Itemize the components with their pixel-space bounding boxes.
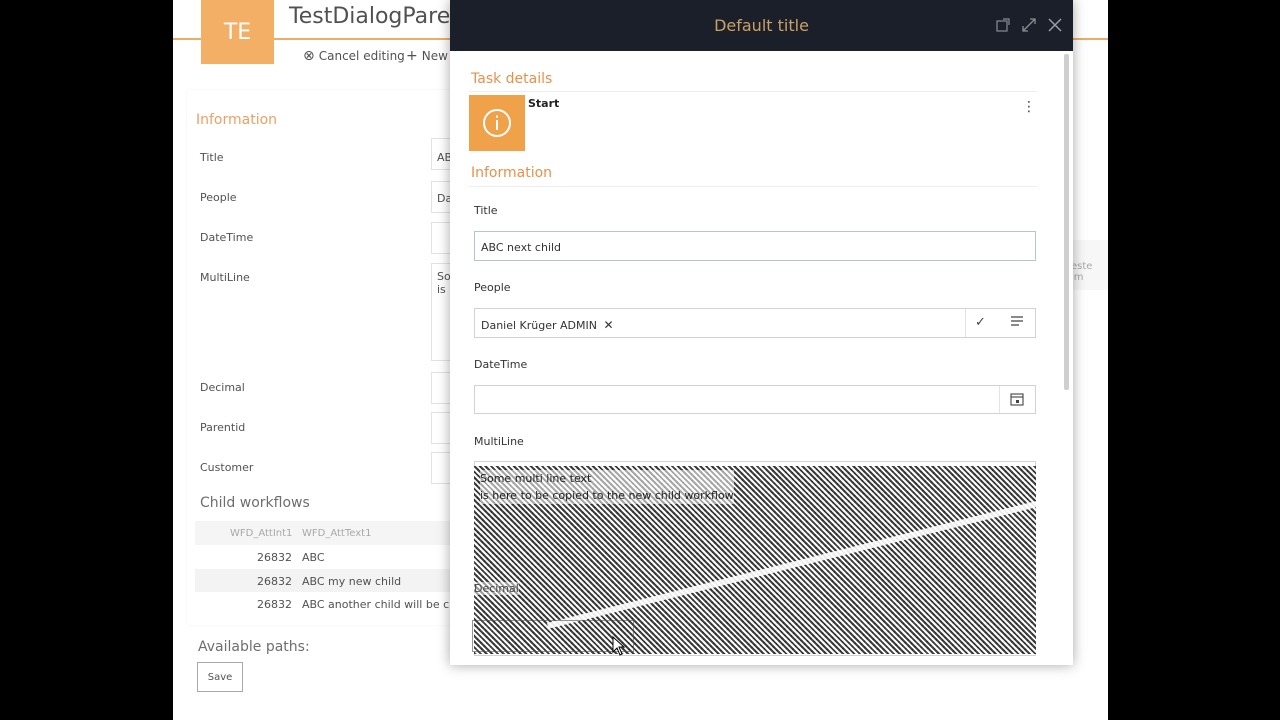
expand-icon[interactable]: [1020, 16, 1038, 34]
divider: [999, 386, 1000, 413]
dialog-title-label: Title: [474, 204, 498, 217]
more-vertical-icon[interactable]: ⋮: [1022, 99, 1036, 115]
people-chip: Daniel Krüger ADMIN ✕: [481, 318, 614, 332]
info-icon: [483, 109, 511, 137]
close-icon[interactable]: [1046, 16, 1064, 34]
dialog-title: Default title: [714, 16, 809, 35]
people-picker[interactable]: Daniel Krüger ADMIN ✕ ✓: [474, 308, 1036, 338]
datetime-field[interactable]: [474, 385, 1036, 414]
divider: [469, 91, 1037, 92]
dialog-decimal-label: Decimal: [474, 582, 519, 595]
step-label: Start: [528, 97, 560, 110]
divider: [469, 186, 1037, 187]
mouse-cursor-icon: [612, 635, 626, 660]
check-icon[interactable]: ✓: [975, 315, 986, 330]
list-lines-icon[interactable]: [1010, 314, 1024, 331]
multiline-value: Some multi line text is here to be copie…: [480, 470, 734, 504]
dialog-people-label: People: [474, 281, 511, 294]
calendar-icon[interactable]: [1010, 392, 1024, 409]
dialog-title-value: ABC next child: [481, 241, 562, 254]
divider: [965, 309, 966, 337]
dialog-scrollbar[interactable]: [1064, 54, 1069, 390]
popout-icon[interactable]: [994, 16, 1012, 34]
people-chip-label: Daniel Krüger ADMIN: [481, 319, 597, 332]
remove-person-icon[interactable]: ✕: [604, 318, 614, 332]
step-tile: [469, 95, 525, 151]
dialog-datetime-label: DateTime: [474, 358, 528, 371]
decimal-input[interactable]: [472, 620, 634, 652]
dialog-multiline-label: MultiLine: [474, 435, 524, 448]
dialog-info-section: Information: [471, 165, 553, 181]
dialog-title-input[interactable]: ABC next child: [474, 231, 1036, 261]
task-details-title: Task details: [471, 71, 553, 87]
